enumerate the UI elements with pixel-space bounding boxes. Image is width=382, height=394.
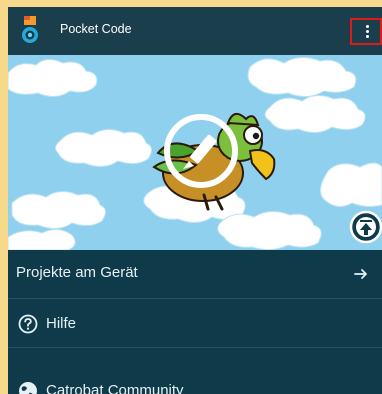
app-window: Pocket Code Projekte am Gerät Hilfe Catr… (8, 7, 382, 394)
app-title: Pocket Code (60, 22, 132, 36)
menu-item-local-projects[interactable]: Projekte am Gerät (8, 250, 382, 298)
menu-item-label: Projekte am Gerät (16, 264, 138, 281)
featured-project-banner[interactable] (8, 55, 382, 250)
menu-item-help[interactable]: Hilfe (8, 299, 382, 347)
menu-item-label: Hilfe (46, 315, 77, 332)
arrow-right-icon (354, 269, 367, 279)
menu-item-label: Catrobat Community (46, 382, 184, 394)
globe-icon (19, 382, 37, 394)
question-circle-icon (18, 314, 38, 334)
app-toolbar: Pocket Code (8, 7, 382, 55)
pocket-code-logo-icon (22, 16, 38, 43)
overflow-menu-button[interactable] (350, 18, 382, 45)
main-menu: Projekte am Gerät Hilfe Catrobat Communi… (8, 250, 382, 394)
upload-icon[interactable] (349, 210, 382, 244)
menu-item-community[interactable]: Catrobat Community (8, 348, 382, 394)
featured-project-image (8, 55, 382, 250)
overflow-menu-icon (366, 25, 369, 39)
